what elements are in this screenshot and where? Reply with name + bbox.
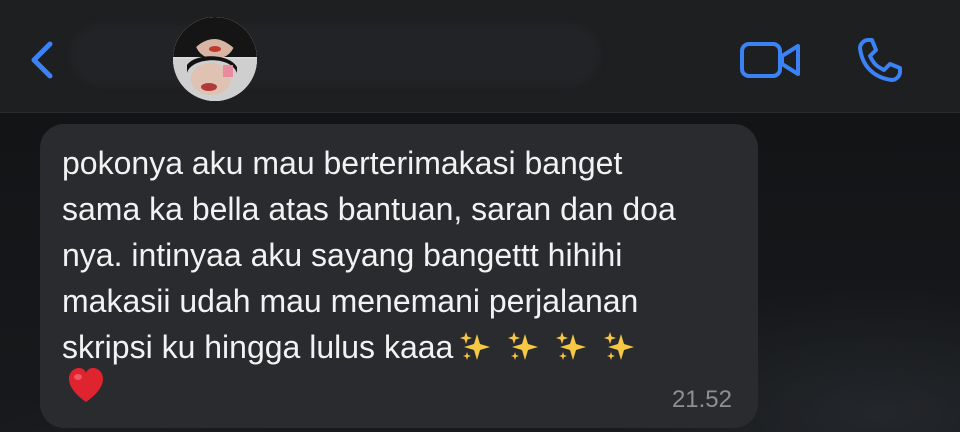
- message-line-text: skripsi ku hingga lulus kaaa: [62, 329, 454, 365]
- avatar[interactable]: [173, 17, 257, 101]
- chevron-left-icon[interactable]: [24, 36, 60, 84]
- sparkles-group: [459, 330, 635, 364]
- sparkles-icon: [604, 332, 635, 360]
- message-text: pokonya aku mau berterimakasi banget sam…: [62, 140, 742, 370]
- message-timestamp: 21.52: [671, 386, 732, 413]
- sparkles-icon: [556, 332, 587, 360]
- message-line: makasii udah mau menemani perjalanan: [62, 283, 639, 319]
- message-bubble[interactable]: pokonya aku mau berterimakasi banget sam…: [40, 124, 758, 428]
- message-line: skripsi ku hingga lulus kaaa: [62, 324, 742, 370]
- message-line: pokonya aku mau berterimakasi banget: [62, 145, 623, 181]
- heart-icon: [69, 368, 103, 402]
- chat-header: [0, 0, 960, 113]
- message-line: nya. intinyaa aku sayang bangettt hihihi: [62, 237, 623, 273]
- message-line: sama ka bella atas bantuan, saran dan do…: [62, 191, 676, 227]
- contact-name[interactable]: [70, 24, 600, 86]
- video-camera-icon[interactable]: [738, 38, 802, 82]
- sparkles-icon: [508, 332, 539, 360]
- phone-icon[interactable]: [856, 36, 906, 84]
- sparkles-icon: [460, 332, 491, 360]
- contact-avatar: [173, 17, 257, 101]
